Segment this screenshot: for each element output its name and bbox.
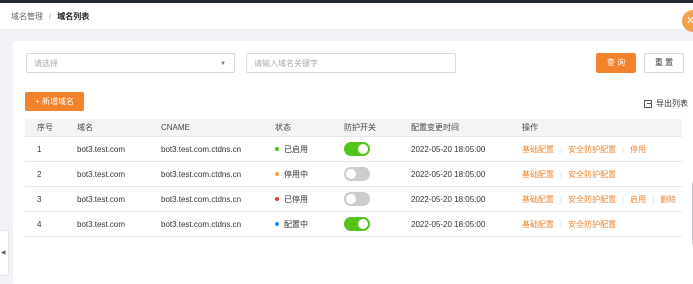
row-cname: bot3.test.com.ctdns.cn [161,219,242,229]
protection-toggle[interactable] [344,142,370,156]
table-row: 2 bot3.test.com bot3.test.com.ctdns.cn 停… [25,162,682,187]
basic-config-link[interactable]: 基础配置 [522,219,554,230]
domain-search-input[interactable] [246,53,456,73]
row-operations: 基础配置 | 安全防护配置 | 停用 [522,137,682,161]
row-operations: 基础配置 | 安全防护配置 | 启用 | 删除 [522,187,682,211]
filter-select[interactable]: 请选择 ▼ [26,53,235,73]
domain-table: 序号 域名 CNAME 状态 防护开关 配置变更时间 操作 1 bot3.tes… [25,119,682,237]
status-label: 已启用 [284,144,308,154]
row-change-time: 2022-05-20 18:05:00 [411,194,486,204]
row-protection [344,212,411,236]
chevron-left-icon: ◀ [1,250,6,256]
row-operations: 基础配置 | 安全防护配置 [522,162,682,186]
row-operations: 基础配置 | 安全防护配置 [522,212,682,236]
basic-config-link[interactable]: 基础配置 [522,144,554,155]
status-dot [275,197,279,201]
header-protection: 防护开关 [344,123,376,132]
ops-divider: | [560,219,563,229]
security-config-link[interactable]: 安全防护配置 [568,169,616,180]
status-label: 已停用 [284,194,308,204]
row-status: 配置中 [275,212,344,236]
ops-divider: | [560,144,563,154]
table-row: 1 bot3.test.com bot3.test.com.ctdns.cn 已… [25,137,682,162]
security-config-link[interactable]: 安全防护配置 [568,219,616,230]
status-dot [275,172,279,176]
basic-config-link[interactable]: 基础配置 [522,194,554,205]
status-dot [275,147,279,151]
filter-select-placeholder: 请选择 [34,59,58,68]
header-domain: 域名 [77,123,93,132]
export-icon [644,100,652,108]
table-row: 3 bot3.test.com bot3.test.com.ctdns.cn 已… [25,187,682,212]
close-icon: ✕ [686,15,693,27]
row-change-time: 2022-05-20 18:05:00 [411,144,486,154]
delete-link[interactable]: 删除 [660,194,676,205]
row-cname: bot3.test.com.ctdns.cn [161,144,242,154]
sidebar-collapse-handle[interactable]: ◀ [0,230,9,276]
ops-divider: | [560,194,563,204]
row-domain: bot3.test.com [77,194,126,204]
corner-action-button[interactable]: ✕ [682,10,693,32]
export-list-button[interactable]: 导出列表 [644,99,688,109]
header-operations: 操作 [522,123,538,132]
row-cname: bot3.test.com.ctdns.cn [161,194,242,204]
enable-link[interactable]: 启用 [630,194,646,205]
chevron-down-icon: ▼ [220,61,226,67]
export-list-label: 导出列表 [656,99,688,108]
status-dot [275,222,279,226]
row-index: 3 [37,194,42,204]
row-domain: bot3.test.com [77,144,126,154]
status-label: 停用中 [284,169,308,179]
row-protection [344,187,411,211]
security-config-link[interactable]: 安全防护配置 [568,144,616,155]
reset-button[interactable]: 重 置 [644,53,684,73]
ops-divider: | [560,169,563,179]
ops-divider: | [622,194,625,204]
header-change-time: 配置变更时间 [411,123,459,132]
row-index: 1 [37,144,42,154]
row-protection [344,162,411,186]
protection-toggle[interactable] [344,217,370,231]
domain-list-card: 请选择 ▼ 查 询 重 置 + 新增域名 导出列表 序号 域名 CNAME 状态… [13,41,693,284]
ops-divider: | [622,144,625,154]
query-button[interactable]: 查 询 [596,53,636,73]
row-change-time: 2022-05-20 18:05:00 [411,219,486,229]
disable-link[interactable]: 停用 [630,144,646,155]
row-change-time: 2022-05-20 18:05:00 [411,169,486,179]
row-index: 4 [37,219,42,229]
row-domain: bot3.test.com [77,219,126,229]
add-domain-button[interactable]: + 新增域名 [25,92,84,111]
row-status: 已停用 [275,187,344,211]
breadcrumb-parent[interactable]: 域名管理 [11,12,43,22]
protection-toggle[interactable] [344,192,370,206]
header-cname: CNAME [161,123,190,132]
header-status: 状态 [275,123,291,132]
row-protection [344,137,411,161]
breadcrumb-current: 域名列表 [57,12,90,21]
basic-config-link[interactable]: 基础配置 [522,169,554,180]
protection-toggle[interactable] [344,167,370,181]
table-header: 序号 域名 CNAME 状态 防护开关 配置变更时间 操作 [25,119,682,137]
ops-divider: | [652,194,655,204]
row-status: 停用中 [275,162,344,186]
breadcrumb-separator: / [49,12,52,21]
row-status: 已启用 [275,137,344,161]
table-row: 4 bot3.test.com bot3.test.com.ctdns.cn 配… [25,212,682,237]
status-label: 配置中 [284,219,308,229]
breadcrumb: 域名管理 / 域名列表 [11,12,89,22]
header-index: 序号 [37,123,53,132]
row-index: 2 [37,169,42,179]
row-domain: bot3.test.com [77,169,126,179]
page-header: 域名管理 / 域名列表 ✕ [0,3,693,32]
row-cname: bot3.test.com.ctdns.cn [161,169,242,179]
security-config-link[interactable]: 安全防护配置 [568,194,616,205]
